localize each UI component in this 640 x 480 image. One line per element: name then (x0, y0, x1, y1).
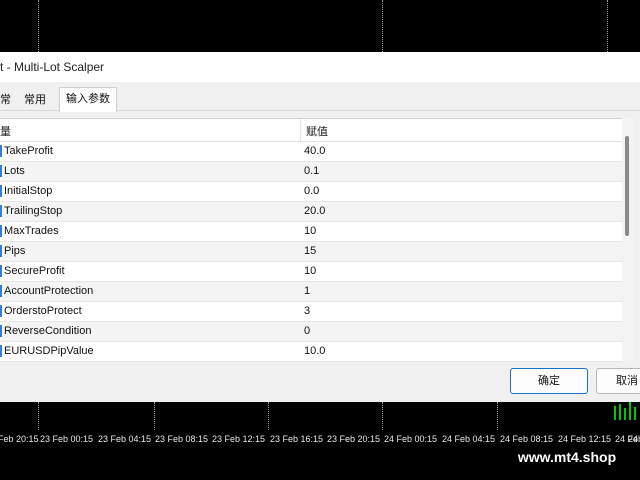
grid-line (268, 402, 269, 430)
table-row[interactable]: ReverseCondition 0 (0, 322, 622, 342)
expert-properties-dialog: t - Multi-Lot Scalper 常 常用 输入参数 量 赋值 Tak… (0, 52, 640, 402)
tab-common[interactable]: 常用 (24, 89, 46, 111)
candle (619, 404, 621, 420)
time-tick-label: 23 Feb 12:15 (212, 434, 266, 444)
variable-name: MaxTrades (4, 225, 59, 237)
time-tick-label: 23 Feb 08:15 (155, 434, 209, 444)
grid-line (382, 402, 383, 430)
candle (614, 406, 616, 420)
time-tick-label: 23 Feb 04:15 (98, 434, 152, 444)
table-row[interactable]: TrailingStop 20.0 (0, 202, 622, 222)
variable-type-icon (0, 245, 2, 257)
time-tick-label: 23 Feb 00:15 (40, 434, 94, 444)
time-tick-label: Feb 20:15 (0, 434, 39, 444)
variable-name: Pips (4, 245, 26, 257)
grid-line (38, 402, 39, 430)
dialog-title: t - Multi-Lot Scalper (0, 60, 105, 74)
tab-inputs[interactable]: 输入参数 (59, 87, 117, 112)
table-row[interactable]: EURUSDPipValue 10.0 (0, 342, 622, 362)
watermark: www.mt4.shop (497, 444, 637, 470)
variable-type-icon (0, 165, 2, 177)
variable-type-icon (0, 205, 2, 217)
time-tick-label: 23 Feb 20:15 (327, 434, 381, 444)
grid-line (154, 402, 155, 430)
variable-value[interactable]: 0.1 (304, 165, 319, 177)
variable-type-icon (0, 345, 2, 357)
grid-line (607, 0, 608, 52)
table-rows: TakeProfit 40.0 Lots 0.1 InitialStop 0.0 Trail… (0, 142, 622, 362)
candle (624, 408, 626, 420)
variable-name: AccountProtection (4, 285, 94, 297)
variable-value[interactable]: 10.0 (304, 345, 325, 357)
variable-name: TakeProfit (4, 145, 53, 157)
variable-name: OrderstoProtect (4, 305, 82, 317)
variable-value[interactable]: 20.0 (304, 205, 325, 217)
dialog-titlebar[interactable]: t - Multi-Lot Scalper (0, 52, 640, 82)
table-row[interactable]: MaxTrades 10 (0, 222, 622, 242)
ok-button[interactable]: 确定 (510, 368, 588, 394)
inputs-table: 量 赋值 TakeProfit 40.0 Lots 0.1 InitialStop 0.0… (0, 118, 622, 362)
variable-name: SecureProfit (4, 265, 65, 277)
table-scrollbar[interactable] (622, 118, 634, 361)
variable-name: ReverseCondition (4, 325, 92, 337)
variable-name: Lots (4, 165, 25, 177)
grid-line (497, 402, 498, 430)
table-row[interactable]: SecureProfit 10 (0, 262, 622, 282)
table-header: 量 赋值 (0, 119, 622, 142)
variable-value[interactable]: 0 (304, 325, 310, 337)
variable-value[interactable]: 15 (304, 245, 316, 257)
candle (629, 402, 631, 420)
variable-type-icon (0, 185, 2, 197)
variable-value[interactable]: 10 (304, 225, 316, 237)
table-row[interactable]: Lots 0.1 (0, 162, 622, 182)
table-row[interactable]: Pips 15 (0, 242, 622, 262)
variable-type-icon (0, 225, 2, 237)
column-header-value[interactable]: 赋值 (306, 123, 328, 139)
grid-line (38, 0, 39, 52)
tab-common-partial[interactable]: 常 (0, 89, 11, 111)
variable-name: InitialStop (4, 185, 53, 197)
time-tick-label: 24 Feb 00:15 (384, 434, 438, 444)
candle (634, 407, 636, 420)
variable-type-icon (0, 145, 2, 157)
tab-bar: 常 常用 输入参数 (0, 82, 640, 112)
candlestick-marks (614, 402, 636, 420)
variable-type-icon (0, 285, 2, 297)
table-row[interactable]: TakeProfit 40.0 (0, 142, 622, 162)
cancel-button[interactable]: 取消 (596, 368, 640, 394)
variable-name: TrailingStop (4, 205, 63, 217)
variable-type-icon (0, 265, 2, 277)
variable-value[interactable]: 0.0 (304, 185, 319, 197)
table-row[interactable]: OrderstoProtect 3 (0, 302, 622, 322)
scrollbar-thumb[interactable] (625, 136, 629, 236)
variable-value[interactable]: 1 (304, 285, 310, 297)
variable-type-icon (0, 325, 2, 337)
table-row[interactable]: InitialStop 0.0 (0, 182, 622, 202)
variable-value[interactable]: 3 (304, 305, 310, 317)
variable-name: EURUSDPipValue (4, 345, 94, 357)
time-tick-label: 24 Fe (628, 434, 640, 444)
time-tick-label: 24 Feb 12:15 (558, 434, 612, 444)
chart-top-area (0, 0, 640, 52)
table-row[interactable]: AccountProtection 1 (0, 282, 622, 302)
variable-value[interactable]: 10 (304, 265, 316, 277)
variable-value[interactable]: 40.0 (304, 145, 325, 157)
time-tick-label: 24 Feb 08:15 (500, 434, 554, 444)
column-header-variable[interactable]: 量 (0, 123, 11, 139)
time-tick-label: 23 Feb 16:15 (270, 434, 324, 444)
variable-type-icon (0, 305, 2, 317)
grid-line (382, 0, 383, 52)
time-tick-label: 24 Feb 04:15 (442, 434, 496, 444)
